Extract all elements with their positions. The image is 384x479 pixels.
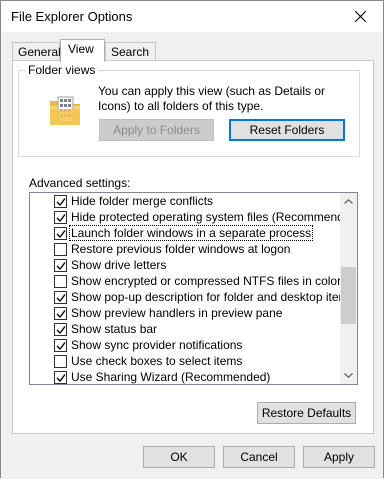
list-item-label: Show drive letters <box>71 258 167 272</box>
scroll-up-button[interactable] <box>340 193 357 210</box>
close-icon <box>354 11 366 22</box>
restore-defaults-button[interactable]: Restore Defaults <box>257 402 356 424</box>
folder-views-legend: Folder views <box>25 63 99 77</box>
ok-button[interactable]: OK <box>143 446 215 468</box>
checkmark-icon <box>56 213 66 222</box>
checkbox[interactable] <box>54 290 67 304</box>
list-item[interactable]: Show sync provider notifications <box>30 337 342 353</box>
checkbox[interactable] <box>54 258 67 272</box>
checkbox[interactable] <box>54 210 67 224</box>
tab-search-label: Search <box>111 45 150 59</box>
checkbox[interactable] <box>54 226 67 240</box>
checkbox[interactable] <box>54 306 67 320</box>
checkbox[interactable] <box>54 274 67 288</box>
list-item[interactable]: Use Sharing Wizard (Recommended) <box>30 369 342 384</box>
folder-views-description: You can apply this view (such as Details… <box>98 84 326 113</box>
vertical-scrollbar[interactable] <box>340 193 357 384</box>
close-button[interactable] <box>337 1 383 32</box>
cancel-button[interactable]: Cancel <box>223 446 295 468</box>
title-bar: File Explorer Options <box>1 1 383 32</box>
apply-button[interactable]: Apply <box>303 446 375 468</box>
chevron-down-icon <box>344 373 353 378</box>
list-item-label: Hide folder merge conflicts <box>71 194 214 208</box>
reset-folders-button[interactable]: Reset Folders <box>229 119 345 141</box>
folder-icon <box>49 95 81 127</box>
checkmark-icon <box>56 261 66 270</box>
list-item[interactable]: Show status bar <box>30 321 342 337</box>
checkmark-icon <box>56 309 66 318</box>
list-item[interactable]: Show encrypted or compressed NTFS files … <box>30 273 342 289</box>
list-item[interactable]: Show drive letters <box>30 257 342 273</box>
tab-general-label: General <box>18 45 61 59</box>
list-item[interactable]: Hide folder merge conflicts <box>30 193 342 209</box>
list-item[interactable]: Hide protected operating system files (R… <box>30 209 357 225</box>
advanced-settings-list[interactable]: Hide folder merge conflicts Hide protect… <box>29 192 358 385</box>
checkmark-icon <box>56 197 66 206</box>
scrollbar-thumb[interactable] <box>341 267 356 324</box>
checkbox[interactable] <box>54 354 67 368</box>
list-item[interactable]: Restore previous folder windows at logon <box>30 241 342 257</box>
checkbox[interactable] <box>54 338 67 352</box>
list-item-label: Show sync provider notifications <box>71 338 243 352</box>
list-item-label: Show encrypted or compressed NTFS files … <box>71 274 342 288</box>
checkmark-icon <box>56 293 66 302</box>
list-item-label: Show status bar <box>71 322 158 336</box>
checkmark-icon <box>56 341 66 350</box>
list-item-label-selected: Launch folder windows in a separate proc… <box>68 225 314 241</box>
tab-view-label: View <box>68 42 94 56</box>
list-item-label: Use Sharing Wizard (Recommended) <box>71 370 271 384</box>
checkbox[interactable] <box>54 322 67 336</box>
tab-general[interactable]: General <box>12 42 61 61</box>
list-item[interactable]: Launch folder windows in a separate proc… <box>30 225 342 241</box>
list-item-label: Restore previous folder windows at logon <box>71 242 291 256</box>
list-item-label: Use check boxes to select items <box>71 354 243 368</box>
checkmark-icon <box>56 373 66 382</box>
checkbox[interactable] <box>54 242 67 256</box>
checkbox[interactable] <box>54 370 67 384</box>
list-item-label: Show pop-up description for folder and d… <box>71 290 355 304</box>
chevron-up-icon <box>344 199 353 204</box>
tab-view[interactable]: View <box>60 39 105 62</box>
list-item[interactable]: Show preview handlers in preview pane <box>30 305 342 321</box>
window-title: File Explorer Options <box>11 9 133 24</box>
file-explorer-options-dialog: File Explorer Options General View Searc… <box>0 0 384 479</box>
checkbox[interactable] <box>54 194 67 208</box>
checkmark-icon <box>56 229 66 238</box>
list-item-label: Show preview handlers in preview pane <box>71 306 283 320</box>
list-item-label: Hide protected operating system files (R… <box>71 210 358 224</box>
scroll-down-button[interactable] <box>340 367 357 384</box>
apply-to-folders-button[interactable]: Apply to Folders <box>99 119 214 141</box>
tab-search[interactable]: Search <box>105 42 156 61</box>
advanced-settings-label: Advanced settings: <box>29 176 131 190</box>
list-item[interactable]: Show pop-up description for folder and d… <box>30 289 355 305</box>
checkmark-icon <box>56 325 66 334</box>
list-item[interactable]: Use check boxes to select items <box>30 353 342 369</box>
